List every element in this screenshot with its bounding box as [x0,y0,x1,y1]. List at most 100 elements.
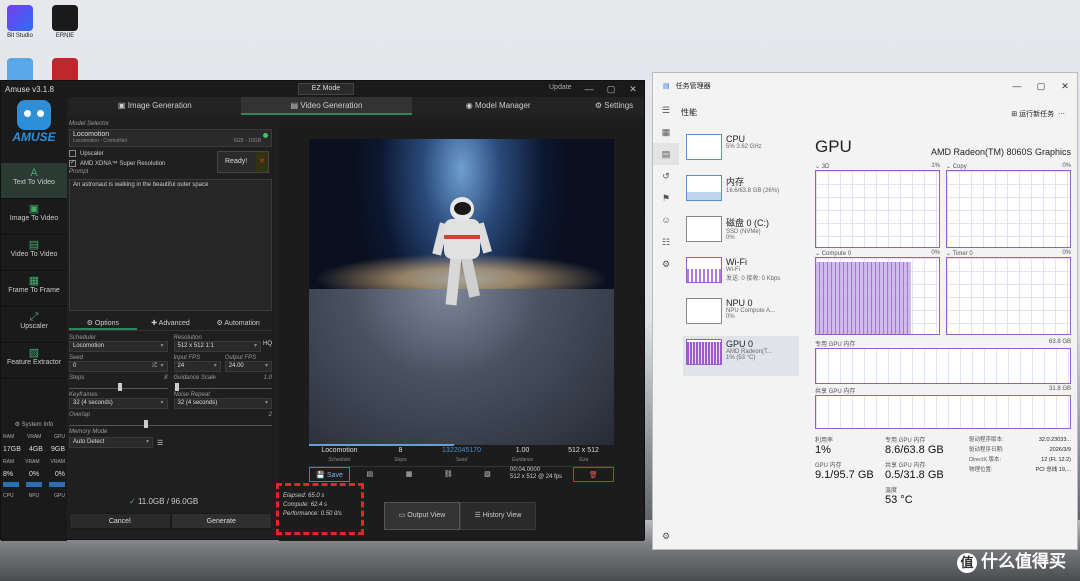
maximize-icon[interactable]: ▢ [1029,73,1053,99]
tab-advanced[interactable]: ✚ Advanced [137,317,205,330]
gallery-icon[interactable]: ▧ [468,467,507,482]
output-view-button[interactable]: ▭ Output View [384,502,460,530]
checkmark-icon: ✓ [69,160,76,167]
details-icon[interactable]: ☷ [653,231,679,253]
sidebar-item-upscaler[interactable]: ⤢ Upscaler [1,307,67,343]
close-icon[interactable]: ✕ [256,152,268,172]
slider-thumb[interactable] [144,420,149,428]
delete-icon[interactable]: 🗑 [572,467,614,482]
history-icon[interactable]: ↺ [653,165,679,187]
robot-icon [17,100,51,130]
graph-timer[interactable] [946,257,1071,335]
sidebar-item-image-to-video[interactable]: ▣ Image To Video [1,199,67,235]
run-new-task-button[interactable]: ⊞ 运行新任务 ⋯ [1011,109,1065,119]
slider-thumb[interactable] [175,383,180,391]
tab-model-manager[interactable]: ◉ Model Manager [412,97,584,115]
model-size: 6GB - 10GB [233,138,261,144]
performance-icon[interactable]: ▤ [653,143,679,165]
noise-repeat-select[interactable]: 32 (4 seconds) [173,398,272,409]
minimize-icon[interactable]: — [1005,73,1029,99]
keyframes-select[interactable]: 32 (4 seconds) [69,398,168,409]
graph-3d[interactable] [815,170,940,248]
taskmgr-titlebar[interactable]: ▤ 任务管理器 — ▢ ✕ [653,73,1077,99]
desktop-icon-app1[interactable]: Bit Studio [3,5,37,39]
hq-toggle[interactable]: HQ [263,341,272,352]
menu-icon[interactable]: ☰ [653,99,679,121]
ez-mode-button[interactable]: EZ Mode [298,83,354,95]
tab-image-generation[interactable]: ▣ Image Generation [69,97,241,115]
video-progress[interactable] [309,444,454,446]
prompt-input[interactable]: An astronaut is walking in the beautiful… [69,179,272,311]
app-icon [52,5,78,31]
services-icon[interactable]: ⚙ [653,253,679,275]
perf-item-cpu[interactable]: CPU 5% 3.62 GHz [683,131,799,171]
window-title: Amuse v3.1.8 [5,84,54,94]
info-seed[interactable]: 1322045170 [431,447,492,454]
gpu-detail-panel: GPU AMD Radeon(TM) 8060S Graphics ⌄ 3D 1%… [815,137,1071,510]
taskmgr-title: 任务管理器 [675,83,711,90]
maximize-icon[interactable]: ▢ [600,81,622,97]
video-frame[interactable] [309,139,614,445]
update-link[interactable]: Update [549,84,572,91]
film-icon[interactable]: ▤ [350,467,389,482]
info-guidance: 1.00 [515,447,530,454]
resolution-select[interactable]: 512 x 512 1:1 [173,341,261,352]
sysinfo-values: 17GB 4GB 9GB [3,446,65,453]
gpu-memory: 9.1/95.7 GB [815,469,874,481]
ok-icon: ✓ [129,497,136,506]
sidebar-item-text-to-video[interactable]: A Text To Video [1,163,67,199]
perf-item-wifi[interactable]: Wi-Fi Wi-Fi 发送: 0 接收: 0 Kbps [683,254,799,294]
system-info-title: ⚙ System Info [14,422,54,428]
history-view-button[interactable]: ☰ History View [460,502,536,530]
sidebar-item-frame-to-frame[interactable]: ▦ Frame To Frame [1,271,67,307]
perf-item-memory[interactable]: 内存 16.6/63.8 GB (26%) [683,172,799,212]
tab-options[interactable]: ⚙ Options [69,317,137,330]
model-selector[interactable]: Locomotion Locomotion - ControlNet 6GB -… [69,129,272,147]
minimize-icon[interactable]: — [578,81,600,97]
shuffle-icon[interactable]: ⤮ [152,363,157,370]
perf-item-disk[interactable]: 磁盘 0 (C:) SSD (NVMe) 0% [683,213,799,253]
dedicated-memory-graph [815,348,1071,384]
tab-video-generation[interactable]: ▤ Video Generation [240,97,413,115]
graph-compute[interactable] [815,257,940,335]
sidebar-item-video-to-video[interactable]: ▤ Video To Video [1,235,67,271]
perf-list: CPU 5% 3.62 GHz 内存 16.6/63.8 GB (26%) 磁盘 0… [683,131,799,377]
desktop-icon-app2[interactable]: ERNIE [48,5,82,39]
save-button[interactable]: 💾 Save [309,467,351,482]
cancel-button[interactable]: Cancel [69,513,171,529]
settings-icon[interactable]: ⚙ [653,525,679,547]
graph-copy[interactable] [946,170,1071,248]
settings-button[interactable]: ⚙ Settings [584,97,644,115]
users-icon[interactable]: ☺ [653,209,679,231]
link-icon[interactable]: ⛓ [429,467,468,482]
seed-input[interactable]: 0 ⤮ [69,361,168,372]
disk-graph [686,216,722,242]
memory-label: Memory Mode [69,429,108,435]
memory-select[interactable]: Auto Detect [69,437,153,448]
output-fps-input[interactable]: 24.00 [224,361,272,372]
image-stack-icon[interactable]: ▦ [389,467,428,482]
amuse-titlebar[interactable]: Amuse v3.1.8 EZ Mode Update — ▢ ✕ [1,81,644,97]
steps-slider[interactable] [69,383,168,391]
guidance-slider[interactable] [173,383,272,391]
memory-row: Auto Detect ☰ [69,437,272,448]
desktop-icon-label: ERNIE [55,33,75,39]
video-toolbar: 💾 Save ▤ ▦ ⛓ ▧ 00:04.0000 512 x 512 @ 24 … [309,466,614,482]
perf-item-gpu[interactable]: GPU 0 AMD Radeon(T... 1% (53 °C) [683,336,799,376]
close-icon[interactable]: ✕ [1053,73,1077,99]
perf-item-npu[interactable]: NPU 0 NPU Compute A... 0% [683,295,799,335]
memory-settings-icon[interactable]: ☰ [157,439,163,447]
processes-icon[interactable]: ▦ [653,121,679,143]
view-toggle: ▭ Output View ☰ History View [384,502,536,530]
tab-automation[interactable]: ⚙ Automation [204,317,272,330]
sysinfo-bars [3,482,65,487]
overlap-slider[interactable] [69,420,272,428]
generate-button[interactable]: Generate [170,513,272,529]
sidebar-item-feature-extractor[interactable]: ▧ Feature Extractor [1,343,67,379]
slider-thumb[interactable] [118,383,123,391]
input-fps-select[interactable]: 24 [173,361,221,372]
close-icon[interactable]: ✕ [622,81,644,97]
startup-icon[interactable]: ⚑ [653,187,679,209]
sidebar-item-label: Upscaler [20,323,48,330]
scheduler-select[interactable]: Locomotion [69,341,168,352]
